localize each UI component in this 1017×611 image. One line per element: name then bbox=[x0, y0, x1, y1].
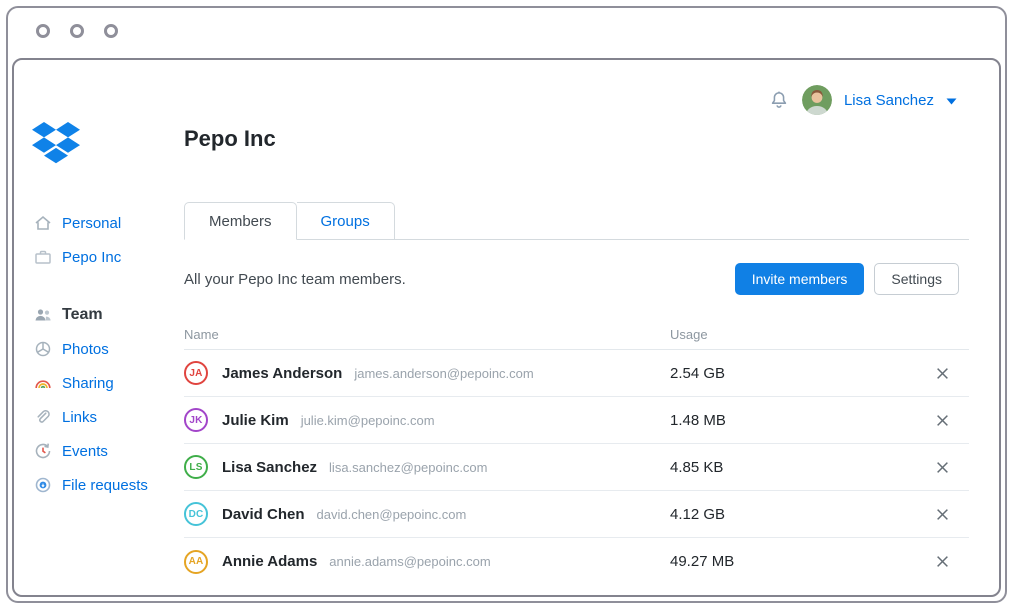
member-name: Lisa Sanchez bbox=[222, 459, 317, 476]
window-control-icon[interactable] bbox=[36, 24, 50, 38]
app-window: Lisa Sanchez Pepo Inc bbox=[12, 58, 1001, 597]
sidebar-item-file-requests[interactable]: File requests bbox=[34, 468, 184, 502]
table-row: JA James Anderson james.anderson@pepoinc… bbox=[184, 350, 969, 397]
member-name: Annie Adams bbox=[222, 553, 317, 570]
member-usage: 4.12 GB bbox=[670, 506, 870, 523]
member-initials-avatar: DC bbox=[184, 502, 208, 526]
people-icon bbox=[34, 306, 52, 324]
table-row: JK Julie Kim julie.kim@pepoinc.com 1.48 … bbox=[184, 397, 969, 444]
browser-window: Lisa Sanchez Pepo Inc bbox=[6, 6, 1007, 603]
sidebar-item-label: Photos bbox=[62, 341, 109, 358]
sidebar-item-pepo-inc[interactable]: Pepo Inc bbox=[34, 240, 184, 274]
member-name-cell: JK Julie Kim julie.kim@pepoinc.com bbox=[184, 408, 670, 432]
avatar[interactable] bbox=[802, 85, 832, 115]
member-email: lisa.sanchez@pepoinc.com bbox=[329, 460, 487, 475]
home-icon bbox=[34, 214, 52, 232]
table-header-row: Name Usage bbox=[184, 320, 969, 350]
member-name-cell: DC David Chen david.chen@pepoinc.com bbox=[184, 502, 670, 526]
members-toolbar: All your Pepo Inc team members. Invite m… bbox=[184, 262, 959, 296]
member-initials-avatar: LS bbox=[184, 455, 208, 479]
member-name-cell: JA James Anderson james.anderson@pepoinc… bbox=[184, 361, 670, 385]
settings-button[interactable]: Settings bbox=[874, 263, 959, 295]
member-name: Julie Kim bbox=[222, 412, 289, 429]
tab-groups[interactable]: Groups bbox=[297, 202, 395, 239]
member-name: James Anderson bbox=[222, 365, 342, 382]
sidebar-item-photos[interactable]: Photos bbox=[34, 332, 184, 366]
member-initials-avatar: AA bbox=[184, 550, 208, 574]
remove-member-icon[interactable] bbox=[936, 414, 949, 427]
user-name[interactable]: Lisa Sanchez bbox=[844, 92, 934, 109]
member-email: annie.adams@pepoinc.com bbox=[329, 554, 490, 569]
member-name-cell: AA Annie Adams annie.adams@pepoinc.com bbox=[184, 550, 670, 574]
briefcase-icon bbox=[34, 248, 52, 266]
sidebar-item-label: Links bbox=[62, 409, 97, 426]
member-usage: 49.27 MB bbox=[670, 553, 870, 570]
member-usage: 1.48 MB bbox=[670, 412, 870, 429]
member-email: james.anderson@pepoinc.com bbox=[354, 366, 533, 381]
photos-icon bbox=[34, 340, 52, 358]
sidebar-item-label: Events bbox=[62, 443, 108, 460]
sidebar: Personal Pepo Inc bbox=[34, 206, 184, 502]
table-row: DC David Chen david.chen@pepoinc.com 4.1… bbox=[184, 491, 969, 538]
paperclip-icon bbox=[34, 408, 52, 426]
clock-icon bbox=[34, 442, 52, 460]
sidebar-item-events[interactable]: Events bbox=[34, 434, 184, 468]
table-row: LS Lisa Sanchez lisa.sanchez@pepoinc.com… bbox=[184, 444, 969, 491]
window-control-icon[interactable] bbox=[104, 24, 118, 38]
sidebar-item-label: Personal bbox=[62, 215, 121, 232]
rainbow-icon bbox=[34, 374, 52, 392]
member-initials-avatar: JA bbox=[184, 361, 208, 385]
members-groups-tabs: Members Groups bbox=[184, 202, 969, 240]
account-menu: Lisa Sanchez bbox=[768, 84, 957, 116]
member-initials-avatar: JK bbox=[184, 408, 208, 432]
member-email: david.chen@pepoinc.com bbox=[317, 507, 467, 522]
page-title: Pepo Inc bbox=[184, 126, 276, 152]
dropbox-logo[interactable] bbox=[32, 122, 80, 170]
sidebar-item-links[interactable]: Links bbox=[34, 400, 184, 434]
members-table: Name Usage JA James Anderson james.ander… bbox=[184, 320, 969, 585]
member-name: David Chen bbox=[222, 506, 305, 523]
remove-member-icon[interactable] bbox=[936, 367, 949, 380]
sidebar-item-label: Pepo Inc bbox=[62, 249, 121, 266]
name-column-header: Name bbox=[184, 327, 670, 342]
member-email: julie.kim@pepoinc.com bbox=[301, 413, 435, 428]
remove-member-icon[interactable] bbox=[936, 508, 949, 521]
file-request-icon bbox=[34, 476, 52, 494]
sidebar-item-label: Team bbox=[62, 306, 103, 324]
remove-member-icon[interactable] bbox=[936, 461, 949, 474]
sidebar-item-sharing[interactable]: Sharing bbox=[34, 366, 184, 400]
invite-members-button[interactable]: Invite members bbox=[735, 263, 865, 295]
remove-member-icon[interactable] bbox=[936, 555, 949, 568]
sidebar-item-label: File requests bbox=[62, 477, 148, 494]
table-row: AA Annie Adams annie.adams@pepoinc.com 4… bbox=[184, 538, 969, 585]
sidebar-item-team[interactable]: Team bbox=[34, 298, 184, 332]
sidebar-item-personal[interactable]: Personal bbox=[34, 206, 184, 240]
usage-column-header: Usage bbox=[670, 327, 969, 342]
sidebar-item-label: Sharing bbox=[62, 375, 114, 392]
member-usage: 2.54 GB bbox=[670, 365, 870, 382]
member-name-cell: LS Lisa Sanchez lisa.sanchez@pepoinc.com bbox=[184, 455, 670, 479]
tab-members[interactable]: Members bbox=[184, 202, 297, 240]
notifications-bell-icon[interactable] bbox=[768, 89, 790, 111]
chevron-down-icon[interactable] bbox=[946, 98, 957, 105]
window-titlebar bbox=[8, 8, 1005, 54]
window-control-icon[interactable] bbox=[70, 24, 84, 38]
members-description: All your Pepo Inc team members. bbox=[184, 271, 406, 288]
member-usage: 4.85 KB bbox=[670, 459, 870, 476]
